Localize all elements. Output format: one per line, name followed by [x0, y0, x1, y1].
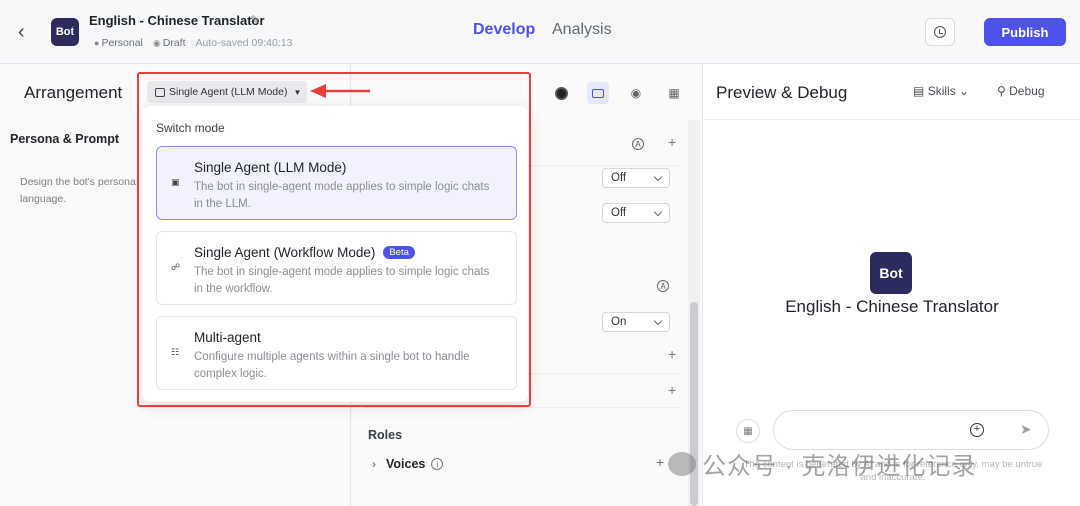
- divider: [703, 119, 1080, 120]
- bot-avatar: Bot: [870, 252, 912, 294]
- chat-input[interactable]: [788, 421, 968, 435]
- toggle-select-3[interactable]: On: [602, 312, 670, 332]
- bot-title: English - Chinese Translator: [89, 13, 265, 28]
- voices-label: Voices: [386, 457, 426, 471]
- add-plus-icon[interactable]: +: [668, 346, 676, 362]
- toggle-select-2[interactable]: Off: [602, 203, 670, 223]
- preview-panel: Preview & Debug ▤ Skills ⌄ ⚲ Debug Bot E…: [702, 64, 1080, 506]
- grid-icon[interactable]: ▦: [663, 82, 685, 104]
- history-button[interactable]: [925, 18, 955, 46]
- person-icon: ●: [94, 38, 100, 48]
- eye-icon[interactable]: ◉: [625, 82, 647, 104]
- debug-button[interactable]: ⚲ Debug: [997, 84, 1045, 98]
- highlight-annotation-box: [137, 72, 531, 407]
- roles-section-title: Roles: [368, 428, 403, 442]
- bot-logo: Bot: [51, 18, 79, 46]
- persona-prompt-title: Persona & Prompt: [10, 132, 120, 146]
- watermark: 公众号 · 克洛伊进化记录: [668, 446, 976, 481]
- bot-meta: ● Personal ◉ Draft Auto-saved 09:40:13: [94, 37, 292, 49]
- skills-button[interactable]: ▤ Skills ⌄: [913, 84, 969, 98]
- auto-icon[interactable]: A: [657, 280, 669, 292]
- annotation-arrow-icon: [310, 84, 370, 98]
- watermark-text: 公众号 · 克洛伊进化记录: [702, 453, 977, 480]
- chat-input-box[interactable]: + ➤: [773, 410, 1049, 450]
- bot-name: English - Chinese Translator: [785, 297, 999, 316]
- owner-label: ● Personal: [94, 37, 143, 49]
- skills-icon: ▤: [913, 84, 925, 98]
- draft-icon: ◉: [152, 38, 161, 48]
- auto-icon[interactable]: A: [632, 138, 644, 150]
- status-label: ◉ Draft: [152, 37, 186, 49]
- send-icon[interactable]: ➤: [1020, 421, 1032, 438]
- info-icon[interactable]: i: [431, 458, 444, 470]
- add-plus-icon[interactable]: +: [668, 382, 676, 398]
- chevron-right-icon[interactable]: ›: [372, 457, 376, 471]
- tab-develop[interactable]: Develop: [473, 21, 535, 39]
- chevron-down-icon: ⌄: [959, 84, 970, 98]
- clock-icon: [934, 26, 946, 38]
- autosaved-label: Auto-saved 09:40:13: [195, 37, 293, 49]
- model-icon[interactable]: [550, 82, 572, 104]
- voices-row[interactable]: › Voices i: [372, 457, 444, 471]
- edit-icon[interactable]: ✎: [250, 13, 260, 27]
- debug-icon: ⚲: [997, 84, 1006, 98]
- add-plus-icon[interactable]: +: [668, 134, 676, 150]
- publish-button[interactable]: Publish: [984, 18, 1066, 46]
- top-bar: ‹ Bot English - Chinese Translator ✎ ● Pe…: [0, 0, 1080, 64]
- wechat-icon: [668, 451, 696, 476]
- back-chevron-left-icon[interactable]: ‹: [18, 20, 38, 44]
- persona-prompt-desc[interactable]: Design the bot's persona, language.: [20, 174, 145, 208]
- preview-title: Preview & Debug: [716, 83, 848, 102]
- clear-chat-broom-icon[interactable]: ▦: [736, 419, 760, 443]
- add-attachment-icon[interactable]: +: [970, 423, 984, 437]
- arrangement-title: Arrangement: [24, 83, 123, 102]
- toggle-select-1[interactable]: Off: [602, 168, 670, 188]
- wallet-icon[interactable]: [587, 82, 609, 104]
- add-voice-plus-icon[interactable]: +: [656, 454, 664, 470]
- tab-analysis[interactable]: Analysis: [552, 21, 612, 39]
